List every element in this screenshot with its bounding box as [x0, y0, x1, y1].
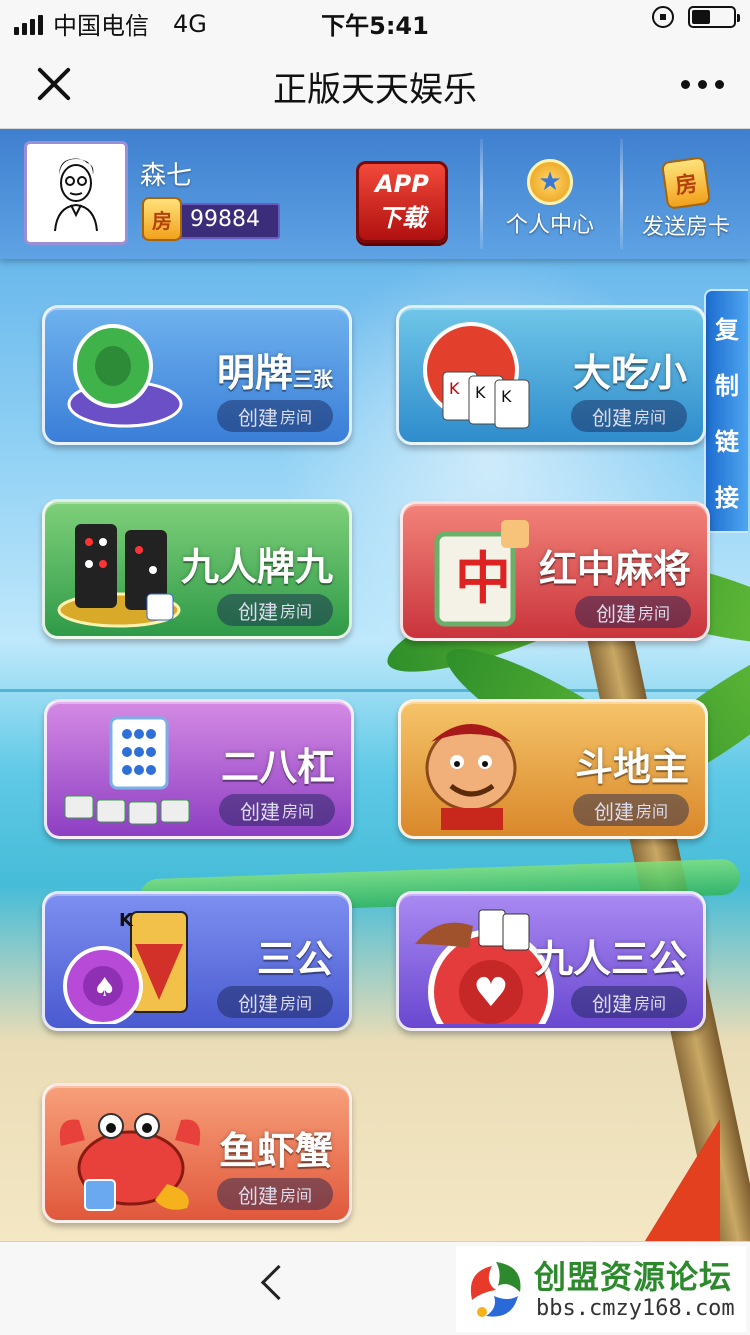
username: 森七: [140, 161, 193, 191]
watermark: 创盟资源论坛 bbs.cmzy168.com: [456, 1246, 746, 1332]
game-tile-hongzhong-majiang[interactable]: 中 红中麻将 创建 房间: [400, 501, 710, 641]
personal-center-label: 个人中心: [505, 213, 594, 238]
room-card-icon: 房: [660, 156, 712, 210]
status-right: [652, 6, 740, 28]
game-tile-yuxiaxie[interactable]: 鱼虾蟹 创建 房间: [42, 1083, 352, 1223]
user-header: 森七 房 99884 APP 下载 ★ 个人中心 房 发送房卡: [0, 129, 750, 259]
watermark-title: 创盟资源论坛: [534, 1258, 733, 1296]
avatar-face-icon: [54, 158, 98, 232]
avatar[interactable]: [24, 141, 128, 245]
medal-icon: ★: [527, 159, 573, 205]
poker-king-chip-icon: K ♠: [63, 910, 188, 1024]
sailboat-sail: [640, 1119, 720, 1241]
app-download-button[interactable]: APP 下载: [356, 161, 448, 243]
game-name: 鱼虾蟹: [218, 1129, 333, 1173]
more-icon[interactable]: [681, 80, 724, 89]
poker-chip-icon: [67, 324, 183, 428]
create-room-button[interactable]: 创建 房间: [219, 794, 335, 826]
svg-text:K: K: [449, 379, 460, 398]
game-area: 森七 房 99884 APP 下载 ★ 个人中心 房 发送房卡 复 制 链 接: [0, 129, 750, 1241]
game-tile-dachixiao[interactable]: K K K 大吃小 创建 房间: [396, 305, 706, 445]
header-divider: [620, 139, 623, 249]
mahjong-tiles-icon: [64, 716, 190, 825]
create-room-button[interactable]: 创建 房间: [575, 596, 691, 628]
create-room-button[interactable]: 创建 房间: [573, 794, 689, 826]
app-download-label-1: APP: [375, 170, 429, 198]
create-room-button[interactable]: 创建 房间: [217, 594, 333, 626]
svg-text:中: 中: [455, 547, 511, 612]
game-name: 红中麻将: [538, 547, 691, 591]
page-title: 正版天天娱乐: [273, 70, 477, 110]
create-room-button[interactable]: 创建 房间: [217, 400, 333, 432]
copy-link-char: 接: [715, 483, 739, 512]
game-tile-doudizhu[interactable]: 斗地主 创建 房间: [398, 699, 708, 839]
game-tile-mingpai-sanzhang[interactable]: 明牌三张 创建 房间: [42, 305, 352, 445]
watermark-url: bbs.cmzy168.com: [536, 1296, 735, 1321]
game-name: 大吃小: [572, 351, 687, 395]
game-tile-sangong[interactable]: K ♠ 三公 创建 房间: [42, 891, 352, 1031]
nav-bar: 正版天天娱乐: [0, 40, 750, 129]
game-tile-jiuren-sangong[interactable]: ♥ 九人三公 创建 房间: [396, 891, 706, 1031]
app-download-label-2: 下载: [378, 204, 426, 232]
create-room-button[interactable]: 创建 房间: [571, 986, 687, 1018]
copy-link-char: 复: [715, 315, 739, 344]
game-name: 九人三公: [534, 937, 687, 981]
room-card-icon: 房: [142, 197, 182, 241]
svg-text:K: K: [119, 910, 134, 931]
game-tile-jiuren-paijiu[interactable]: 九人牌九 创建 房间: [42, 499, 352, 639]
send-room-card-label: 发送房卡: [641, 215, 730, 240]
game-name: 二八杠: [220, 745, 335, 789]
room-card-count: 99884: [190, 207, 260, 232]
svg-text:K: K: [501, 387, 512, 406]
game-tile-erbagang[interactable]: 二八杠 创建 房间: [44, 699, 354, 839]
battery-icon: [688, 6, 740, 28]
create-room-button[interactable]: 创建 房间: [217, 986, 333, 1018]
send-room-card-button[interactable]: 房 发送房卡: [626, 156, 746, 241]
bottom-toolbar: 创盟资源论坛 bbs.cmzy168.com: [0, 1241, 750, 1335]
status-bar: 中国电信 4G 下午5:41: [0, 0, 750, 40]
status-time: 下午5:41: [321, 12, 429, 40]
copy-link-button[interactable]: 复 制 链 接: [704, 289, 748, 533]
create-room-button[interactable]: 创建 房间: [571, 400, 687, 432]
crab-icon: [59, 1113, 201, 1211]
svg-text:♥: ♥: [473, 970, 509, 1016]
landlord-character-icon: [425, 724, 517, 830]
back-icon[interactable]: [260, 1264, 297, 1301]
svg-text:K: K: [475, 383, 486, 402]
header-divider: [480, 139, 483, 249]
copy-link-char: 制: [715, 371, 739, 400]
game-name: 明牌三张: [216, 351, 333, 395]
copy-link-char: 链: [715, 427, 739, 456]
create-room-button[interactable]: 创建 房间: [217, 1178, 333, 1210]
game-name: 斗地主: [574, 745, 689, 789]
svg-text:♠: ♠: [93, 973, 116, 1003]
game-name: 三公: [256, 937, 333, 981]
playing-cards-icon: K K K: [423, 322, 530, 429]
personal-center-button[interactable]: ★ 个人中心: [490, 159, 610, 239]
game-name: 九人牌九: [180, 545, 333, 589]
orientation-lock-icon: [652, 6, 674, 28]
watermark-logo-icon: [470, 1262, 521, 1317]
